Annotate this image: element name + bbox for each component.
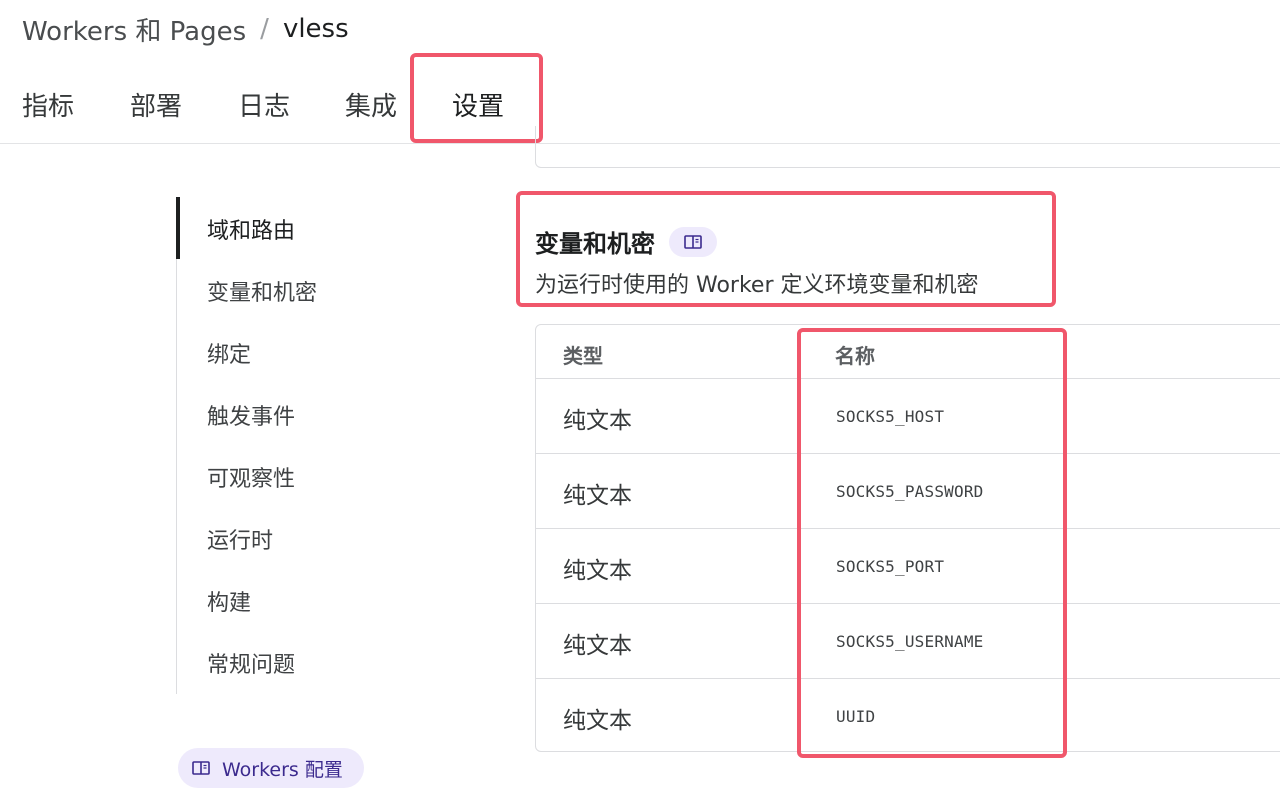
variable-name: SOCKS5_PASSWORD	[836, 482, 984, 501]
sidebar-item-variables-secrets[interactable]: 变量和机密	[207, 275, 317, 307]
variable-name: SOCKS5_HOST	[836, 407, 945, 426]
variable-type: 纯文本	[563, 408, 632, 434]
section-description: 为运行时使用的 Worker 定义环境变量和机密	[535, 273, 979, 298]
table-row[interactable]: 纯文本 SOCKS5_PASSWORD	[536, 454, 1280, 529]
docs-link-label: Workers 配置	[222, 758, 343, 781]
workers-config-docs-link[interactable]: Workers 配置	[178, 748, 364, 788]
breadcrumb-separator: /	[260, 14, 269, 44]
variable-name: SOCKS5_USERNAME	[836, 632, 984, 651]
tab-deployments[interactable]: 部署	[130, 86, 182, 123]
sidebar-item-build[interactable]: 构建	[207, 585, 251, 617]
tab-logs[interactable]: 日志	[238, 86, 290, 123]
tab-bar: 指标 部署 日志 集成 设置	[0, 80, 560, 130]
variable-type: 纯文本	[563, 558, 632, 584]
column-header-name: 名称	[835, 344, 875, 368]
section-title: 变量和机密	[535, 230, 655, 258]
column-header-type: 类型	[563, 344, 603, 368]
section-title-row: 变量和机密	[535, 224, 979, 259]
page: Workers 和 Pages / vless 指标 部署 日志 集成 设置 域…	[0, 0, 1280, 811]
variable-type: 纯文本	[563, 708, 632, 734]
breadcrumb: Workers 和 Pages / vless	[22, 11, 349, 48]
variable-type: 纯文本	[563, 483, 632, 509]
sidenav-active-indicator	[176, 197, 180, 259]
book-icon	[684, 234, 702, 249]
sidebar-item-bindings[interactable]: 绑定	[207, 337, 251, 369]
settings-sidenav: 域和路由 变量和机密 绑定 触发事件 可观察性 运行时 构建 常规问题	[176, 197, 436, 694]
sidebar-item-observability[interactable]: 可观察性	[207, 461, 295, 493]
table-row[interactable]: 纯文本 SOCKS5_PORT	[536, 529, 1280, 604]
breadcrumb-parent-link[interactable]: Workers 和 Pages	[22, 11, 246, 48]
table-row[interactable]: 纯文本 UUID	[536, 679, 1280, 751]
sidebar-item-general[interactable]: 常规问题	[207, 647, 295, 679]
breadcrumb-current: vless	[282, 14, 349, 44]
variables-secrets-header: 变量和机密 为运行时使用的 Worker 定义环境变量和机密	[535, 224, 979, 299]
sidebar-item-triggers[interactable]: 触发事件	[207, 399, 295, 431]
book-icon	[192, 761, 210, 775]
variable-name: SOCKS5_PORT	[836, 557, 945, 576]
sidebar-item-domains-routes[interactable]: 域和路由	[207, 213, 295, 245]
variable-name: UUID	[836, 707, 876, 726]
previous-section-card	[535, 126, 1280, 168]
tab-settings[interactable]: 设置	[452, 86, 504, 123]
variable-type: 纯文本	[563, 633, 632, 659]
table-row[interactable]: 纯文本 SOCKS5_USERNAME	[536, 604, 1280, 679]
sidebar-item-runtime[interactable]: 运行时	[207, 523, 273, 555]
tab-integrations[interactable]: 集成	[345, 86, 397, 123]
table-header: 类型 名称	[536, 325, 1280, 379]
table-row[interactable]: 纯文本 SOCKS5_HOST	[536, 379, 1280, 454]
variables-table: 类型 名称 纯文本 SOCKS5_HOST 纯文本 SOCKS5_PASSWOR…	[535, 324, 1280, 752]
tab-metrics[interactable]: 指标	[22, 86, 74, 123]
section-docs-button[interactable]	[669, 226, 717, 257]
